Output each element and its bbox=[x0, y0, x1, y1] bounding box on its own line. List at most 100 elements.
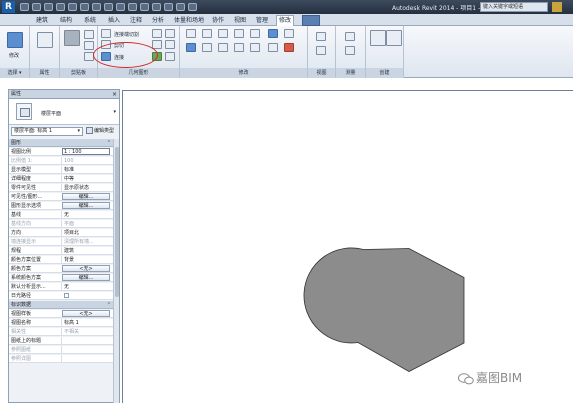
mirror-draw-icon[interactable] bbox=[234, 29, 244, 38]
tab-collaborate[interactable]: 协作 bbox=[210, 16, 226, 26]
delete-icon[interactable] bbox=[284, 43, 294, 52]
property-edit-button[interactable]: <无> bbox=[62, 265, 110, 272]
properties-icon[interactable] bbox=[37, 32, 53, 48]
property-value[interactable]: 无 bbox=[61, 211, 113, 219]
tab-systems[interactable]: 系统 bbox=[82, 16, 98, 26]
property-edit-button[interactable]: 编辑... bbox=[62, 193, 110, 200]
close-icon[interactable]: × bbox=[112, 90, 117, 99]
type-selector[interactable]: 楼层平面 ▾ bbox=[9, 99, 119, 125]
tab-manage[interactable]: 管理 bbox=[254, 16, 270, 26]
join-cut-icon[interactable] bbox=[101, 29, 111, 38]
join-cut-label[interactable]: 连接端切割 bbox=[114, 31, 139, 38]
close-hidden-icon[interactable] bbox=[164, 3, 173, 11]
measure-tool-icon[interactable] bbox=[345, 32, 355, 41]
create-assembly-icon[interactable] bbox=[370, 30, 386, 46]
redo-icon[interactable] bbox=[56, 3, 65, 11]
aligned-dimension-icon[interactable] bbox=[345, 46, 355, 55]
property-row[interactable]: 零件可见性 显示原状态 bbox=[9, 184, 113, 192]
property-row[interactable]: 显示模型 标准 bbox=[9, 166, 113, 174]
property-value[interactable]: 建筑 bbox=[61, 247, 113, 255]
property-group-header[interactable]: 标识数据 ⌃ bbox=[9, 301, 113, 309]
edit-type-button[interactable]: 编辑类型 bbox=[86, 127, 114, 136]
trim-icon[interactable] bbox=[268, 29, 278, 38]
property-row[interactable]: 颜色方案位置 背景 bbox=[9, 256, 113, 264]
property-value[interactable]: 标准 bbox=[61, 166, 113, 174]
switch-windows-icon[interactable] bbox=[176, 3, 185, 11]
chevron-down-icon[interactable]: ▾ bbox=[113, 109, 116, 115]
property-row[interactable]: 基线 无 bbox=[9, 211, 113, 219]
instance-filter-dropdown[interactable]: 楼层平面: 标高 1 ▾ bbox=[11, 127, 83, 136]
wall-joins-icon[interactable] bbox=[152, 29, 162, 38]
property-row[interactable]: 颜色方案 <无> bbox=[9, 265, 113, 273]
property-value[interactable]: 无 bbox=[61, 283, 113, 291]
section-icon[interactable] bbox=[140, 3, 149, 11]
property-row[interactable]: 默认分析显示... 无 bbox=[9, 283, 113, 291]
property-checkbox[interactable] bbox=[64, 293, 69, 298]
property-row[interactable]: 详细程度 中等 bbox=[9, 175, 113, 183]
collapse-icon[interactable]: ⌃ bbox=[107, 301, 111, 309]
tab-insert[interactable]: 插入 bbox=[106, 16, 122, 26]
ribbon-minimize-toggle[interactable] bbox=[302, 15, 320, 26]
tab-structure[interactable]: 结构 bbox=[58, 16, 74, 26]
split-icon[interactable] bbox=[250, 29, 260, 38]
property-value[interactable]: 显示原状态 bbox=[61, 184, 113, 192]
property-value[interactable]: 中等 bbox=[61, 175, 113, 183]
create-group-icon[interactable] bbox=[386, 30, 402, 46]
favorites-icon[interactable] bbox=[552, 2, 562, 12]
cut-icon[interactable] bbox=[84, 30, 94, 39]
property-value[interactable]: 标高 1 bbox=[61, 319, 113, 327]
property-row[interactable]: 日光路径 bbox=[9, 292, 113, 300]
search-input[interactable]: 键入关键字或短语 bbox=[480, 2, 548, 12]
property-value[interactable]: 背景 bbox=[61, 256, 113, 264]
tab-annotate[interactable]: 注释 bbox=[128, 16, 144, 26]
property-edit-button[interactable]: 编辑... bbox=[62, 274, 110, 281]
move-icon[interactable] bbox=[186, 43, 196, 52]
joined-geometry-shape[interactable] bbox=[303, 247, 465, 372]
tab-view[interactable]: 视图 bbox=[232, 16, 248, 26]
pin-icon[interactable] bbox=[284, 29, 294, 38]
revit-logo-icon[interactable]: R bbox=[2, 1, 15, 13]
copy-icon[interactable] bbox=[84, 41, 94, 50]
align-icon[interactable] bbox=[186, 29, 196, 38]
hide-in-view-icon[interactable] bbox=[316, 32, 326, 41]
panel-label-select[interactable]: 选择 ▾ bbox=[0, 68, 29, 78]
remove-paint-icon[interactable] bbox=[165, 52, 175, 61]
measure-icon[interactable] bbox=[80, 3, 89, 11]
modify-cursor-icon[interactable] bbox=[7, 32, 23, 48]
property-value-input[interactable]: 1 : 100 bbox=[62, 148, 110, 155]
text-icon[interactable] bbox=[116, 3, 125, 11]
trim-extend-icon[interactable] bbox=[234, 43, 244, 52]
property-value[interactable]: 项目北 bbox=[61, 229, 113, 237]
save-icon[interactable] bbox=[32, 3, 41, 11]
customize-icon[interactable] bbox=[188, 3, 197, 11]
paste-icon[interactable] bbox=[64, 30, 80, 46]
property-row[interactable]: 图纸上的标题 bbox=[9, 337, 113, 345]
drawing-area[interactable] bbox=[122, 90, 573, 403]
tab-architecture[interactable]: 建筑 bbox=[34, 16, 50, 26]
tag-icon[interactable] bbox=[104, 3, 113, 11]
property-edit-button[interactable]: <无> bbox=[62, 310, 110, 317]
tab-massing-site[interactable]: 体量和场地 bbox=[172, 16, 206, 26]
collapse-icon[interactable]: ⌃ bbox=[107, 139, 111, 147]
properties-scrollbar[interactable] bbox=[113, 139, 119, 403]
offset-icon[interactable] bbox=[202, 29, 212, 38]
drawing-canvas[interactable] bbox=[123, 91, 573, 403]
property-row[interactable]: 视图样板 <无> bbox=[9, 310, 113, 318]
rotate-icon[interactable] bbox=[218, 43, 228, 52]
property-row[interactable]: 图形显示选项 编辑... bbox=[9, 202, 113, 210]
property-edit-button[interactable]: 编辑... bbox=[62, 202, 110, 209]
copy-element-icon[interactable] bbox=[202, 43, 212, 52]
print-icon[interactable] bbox=[68, 3, 77, 11]
undo-icon[interactable] bbox=[44, 3, 53, 11]
property-row[interactable]: 系统颜色方案 编辑... bbox=[9, 274, 113, 282]
property-row[interactable]: 方向 项目北 bbox=[9, 229, 113, 237]
scrollbar-thumb[interactable] bbox=[115, 147, 119, 297]
property-row[interactable]: 可见性/图形... 编辑... bbox=[9, 193, 113, 201]
property-value[interactable] bbox=[61, 337, 113, 345]
array-icon[interactable] bbox=[250, 43, 260, 52]
3d-view-icon[interactable] bbox=[128, 3, 137, 11]
scale-icon[interactable] bbox=[268, 43, 278, 52]
property-row[interactable]: 视图比例 1 : 100 bbox=[9, 148, 113, 156]
wall-opening-icon[interactable] bbox=[165, 40, 175, 49]
demolish-icon[interactable] bbox=[165, 29, 175, 38]
